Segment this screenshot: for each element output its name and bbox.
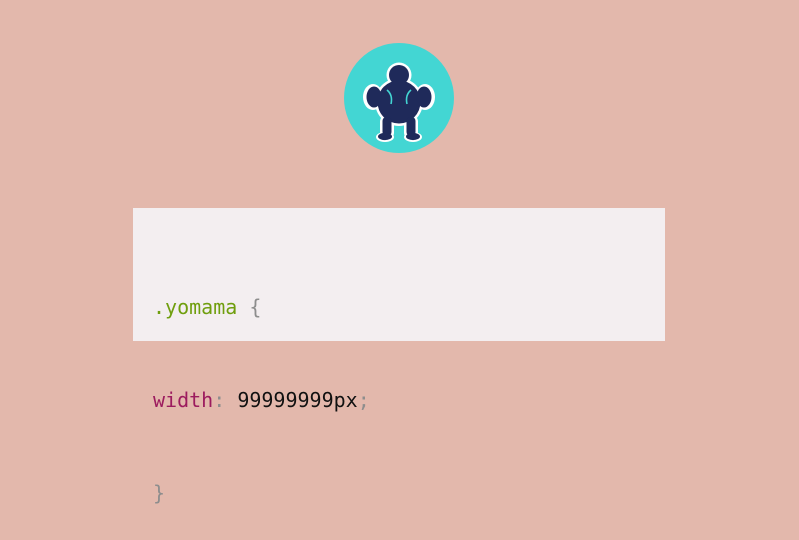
open-brace: {: [249, 295, 262, 319]
css-selector: .yomama: [153, 295, 238, 319]
sumo-silhouette-icon: [344, 43, 454, 153]
css-code-block: .yomama { width: 99999999px; }: [133, 208, 665, 505]
semicolon: ;: [357, 388, 370, 412]
code-line-selector: .yomama {: [153, 292, 645, 323]
close-brace: }: [153, 481, 166, 505]
code-line-close: }: [153, 478, 645, 509]
css-property: width: [153, 388, 214, 412]
css-value: 99999999px: [237, 388, 358, 412]
colon: :: [213, 388, 226, 412]
sumo-logo: [343, 42, 455, 154]
code-line-declaration: width: 99999999px;: [153, 385, 645, 416]
